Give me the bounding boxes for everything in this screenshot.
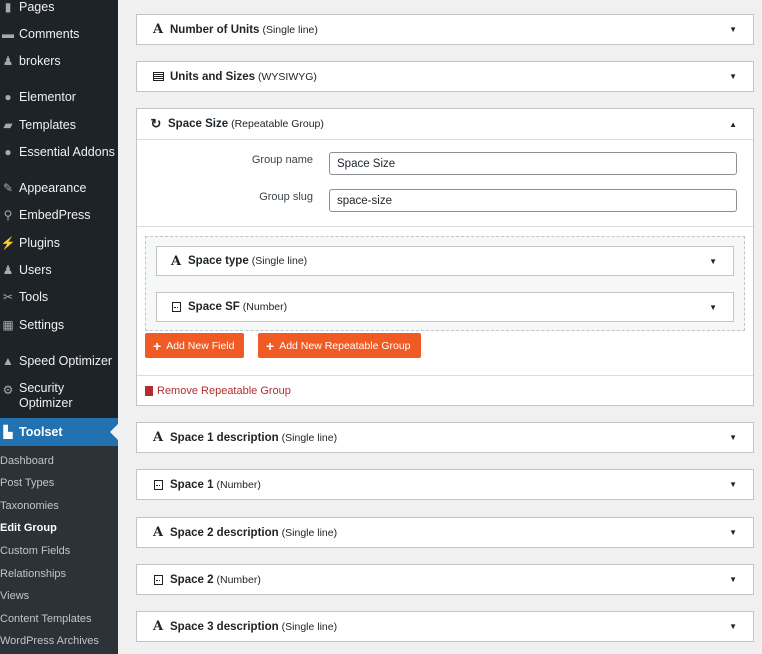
plus-icon: +	[266, 337, 275, 354]
submenu-content-templates[interactable]: Content Templates	[0, 613, 118, 625]
toolset-submenu: Dashboard Post Types Taxonomies Edit Gro…	[0, 446, 118, 654]
group-name-label: Group name	[251, 154, 313, 166]
add-new-field-button[interactable]: + Add New Field	[145, 333, 245, 358]
sidebar-item-settings[interactable]: ▦ Settings	[0, 316, 118, 334]
field-row-space-sf[interactable]: Space SF (Number) ▼	[156, 292, 734, 322]
group-slug-input[interactable]	[329, 189, 737, 212]
number-icon	[149, 574, 167, 585]
tools-icon: ✂	[2, 290, 14, 304]
plugins-icon: ⚡	[0, 236, 16, 250]
chevron-down-icon[interactable]: ▼	[729, 622, 737, 631]
submenu-taxonomies[interactable]: Taxonomies	[0, 500, 118, 512]
pages-icon: ▮	[4, 0, 12, 14]
field-row-space-1[interactable]: Space 1 (Number) ▼	[136, 469, 754, 500]
sidebar-item-brokers[interactable]: ♟ brokers	[0, 52, 118, 70]
speed-optimizer-icon: ▲	[2, 354, 14, 368]
number-icon	[149, 479, 167, 490]
sidebar-item-appearance[interactable]: ✎ Appearance	[0, 179, 118, 197]
security-optimizer-icon: ⚙	[2, 383, 14, 397]
add-new-repeatable-group-button[interactable]: + Add New Repeatable Group	[258, 333, 421, 358]
submenu-post-types[interactable]: Post Types	[0, 477, 118, 489]
sidebar-item-users[interactable]: ♟ Users	[0, 261, 118, 279]
chevron-down-icon[interactable]: ▼	[729, 528, 737, 537]
users-icon: ♟	[2, 263, 14, 277]
chevron-down-icon[interactable]: ▼	[729, 72, 737, 81]
wysiwyg-icon	[149, 72, 167, 81]
sidebar-item-essential-addons[interactable]: ● Essential Addons	[0, 143, 118, 161]
sidebar-item-tools[interactable]: ✂ Tools	[0, 288, 118, 306]
submenu-relationships[interactable]: Relationships	[0, 568, 118, 580]
admin-sidebar: ▮ Pages ▬ Comments ♟ brokers ● Elementor ▰ Te…	[0, 0, 118, 654]
submenu-wordpress-archives[interactable]: WordPress Archives	[0, 635, 118, 647]
text-a-icon: A	[152, 22, 164, 37]
elementor-icon: ●	[4, 90, 12, 104]
settings-icon: ▦	[2, 318, 14, 332]
repeatable-group-box: ↻ Space Size (Repeatable Group) ▲ Group …	[136, 108, 754, 406]
plus-icon: +	[153, 337, 162, 354]
repeat-icon: ↻	[150, 116, 162, 131]
field-row-space-2-description[interactable]: A Space 2 description (Single line) ▼	[136, 517, 754, 548]
embedpress-icon: ⚲	[3, 208, 13, 222]
chevron-down-icon[interactable]: ▼	[729, 480, 737, 489]
current-menu-arrow	[110, 424, 118, 440]
chevron-down-icon[interactable]: ▼	[729, 575, 737, 584]
sidebar-item-pages[interactable]: ▮ Pages	[0, 0, 118, 16]
remove-repeatable-group-link[interactable]: Remove Repeatable Group	[145, 385, 291, 397]
field-row-number-of-units[interactable]: A Number of Units (Single line) ▼	[136, 14, 754, 45]
text-a-icon: A	[152, 619, 164, 634]
divider	[137, 226, 753, 227]
text-a-icon: A	[152, 525, 164, 540]
submenu-edit-group[interactable]: Edit Group	[0, 522, 118, 534]
chevron-down-icon[interactable]: ▼	[709, 257, 717, 266]
essential-addons-icon: ●	[4, 145, 12, 159]
sidebar-item-comments[interactable]: ▬ Comments	[0, 25, 118, 43]
sidebar-item-elementor[interactable]: ● Elementor	[0, 88, 118, 106]
field-row-units-and-sizes[interactable]: Units and Sizes (WYSIWYG) ▼	[136, 61, 754, 92]
chevron-down-icon[interactable]: ▼	[709, 303, 717, 312]
submenu-views[interactable]: Views	[0, 590, 118, 602]
sidebar-item-templates[interactable]: ▰ Templates	[0, 116, 118, 134]
field-row-space-type[interactable]: A Space type (Single line) ▼	[156, 246, 734, 276]
number-icon	[167, 302, 185, 312]
field-row-space-1-description[interactable]: A Space 1 description (Single line) ▼	[136, 422, 754, 453]
divider	[137, 375, 753, 376]
templates-icon: ▰	[3, 118, 13, 132]
sidebar-item-toolset[interactable]: ▙ Toolset	[0, 418, 118, 446]
chevron-down-icon[interactable]: ▼	[729, 25, 737, 34]
chevron-up-icon[interactable]: ▲	[729, 120, 737, 129]
trash-icon	[145, 386, 153, 396]
group-slug-label: Group slug	[259, 191, 313, 203]
sidebar-item-security-optimizer[interactable]: ⚙ Security Optimizer	[0, 381, 110, 413]
field-row-space-2[interactable]: Space 2 (Number) ▼	[136, 564, 754, 595]
brokers-icon: ♟	[2, 54, 14, 68]
comments-icon: ▬	[2, 27, 14, 41]
repeatable-group-header[interactable]: ↻ Space Size (Repeatable Group) ▲	[137, 109, 753, 140]
field-row-space-3-description[interactable]: A Space 3 description (Single line) ▼	[136, 611, 754, 642]
toolset-icon: ▙	[3, 425, 13, 439]
sidebar-item-speed-optimizer[interactable]: ▲ Speed Optimizer	[0, 352, 118, 370]
group-name-input[interactable]	[329, 152, 737, 175]
sidebar-item-plugins[interactable]: ⚡ Plugins	[0, 234, 118, 252]
submenu-dashboard[interactable]: Dashboard	[0, 455, 118, 467]
text-a-icon: A	[152, 430, 164, 445]
repeatable-fields-area: A Space type (Single line) ▼ Space SF (N…	[145, 236, 745, 331]
sidebar-item-embedpress[interactable]: ⚲ EmbedPress	[0, 206, 118, 224]
text-a-icon: A	[170, 253, 182, 269]
submenu-custom-fields[interactable]: Custom Fields	[0, 545, 118, 557]
chevron-down-icon[interactable]: ▼	[729, 433, 737, 442]
appearance-icon: ✎	[2, 181, 14, 195]
